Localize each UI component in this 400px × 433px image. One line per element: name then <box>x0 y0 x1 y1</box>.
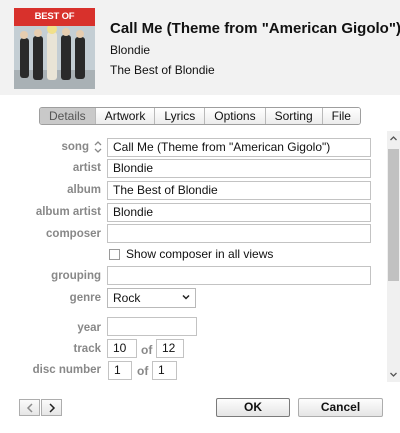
album-field[interactable]: The Best of Blondie <box>107 181 371 200</box>
cancel-button[interactable]: Cancel <box>298 398 383 417</box>
disc-of-label: of <box>137 364 149 378</box>
artist-label: artist <box>72 162 101 174</box>
track-label: track <box>73 343 102 355</box>
ok-button[interactable]: OK <box>216 398 290 417</box>
previous-track-button[interactable] <box>19 399 40 416</box>
next-track-button[interactable] <box>41 399 62 416</box>
chevron-down-icon <box>182 294 190 300</box>
grouping-label: grouping <box>51 270 101 282</box>
album-artist-label: album artist <box>35 206 101 218</box>
disc-total-field[interactable]: 1 <box>152 361 177 380</box>
form-scrollbar[interactable] <box>387 131 400 382</box>
tab-sorting[interactable]: Sorting <box>265 108 323 124</box>
scroll-down-icon[interactable] <box>389 370 398 379</box>
artwork-banner: BEST OF BLONDIE <box>14 8 95 40</box>
genre-value: Rock <box>113 291 141 305</box>
tab-lyrics[interactable]: Lyrics <box>155 108 206 124</box>
tab-artwork[interactable]: Artwork <box>95 108 156 124</box>
genre-label: genre <box>69 292 101 304</box>
album-label: album <box>67 184 101 196</box>
track-header: BEST OF BLONDIE Call Me (Theme from "Ame… <box>0 0 400 95</box>
year-label: year <box>77 322 101 334</box>
chevron-left-icon <box>26 403 33 413</box>
year-field[interactable] <box>107 317 197 336</box>
artwork-figures-image <box>14 26 95 89</box>
grouping-field[interactable] <box>107 266 371 285</box>
song-title: Call Me (Theme from "American Gigolo") <box>110 20 400 37</box>
tab-bar: Details Artwork Lyrics Options Sorting F… <box>39 107 361 125</box>
song-album: The Best of Blondie <box>110 63 215 77</box>
scroll-thumb[interactable] <box>388 149 399 281</box>
disc-number-label: disc number <box>32 364 101 376</box>
genre-select[interactable]: Rock <box>107 288 196 308</box>
composer-field[interactable] <box>107 224 371 243</box>
album-artist-field[interactable]: Blondie <box>107 203 371 222</box>
scroll-up-icon[interactable] <box>389 134 398 143</box>
tab-details[interactable]: Details <box>40 108 96 124</box>
tab-file[interactable]: File <box>322 108 360 124</box>
song-field[interactable]: Call Me (Theme from "American Gigolo") <box>107 138 371 157</box>
sort-updown-icon[interactable] <box>93 140 103 154</box>
tab-options[interactable]: Options <box>205 108 266 124</box>
track-number-field[interactable]: 10 <box>107 339 137 358</box>
composer-label: composer <box>46 228 101 240</box>
song-artist: Blondie <box>110 43 151 57</box>
track-total-field[interactable]: 12 <box>156 339 184 358</box>
album-artwork: BEST OF BLONDIE <box>14 8 95 89</box>
song-label: song <box>61 141 89 153</box>
artist-field[interactable]: Blondie <box>107 159 371 178</box>
chevron-right-icon <box>49 403 56 413</box>
show-composer-label: Show composer in all views <box>126 247 274 261</box>
disc-number-field[interactable]: 1 <box>108 361 132 380</box>
track-of-label: of <box>141 343 153 357</box>
show-composer-checkbox[interactable] <box>109 249 120 260</box>
